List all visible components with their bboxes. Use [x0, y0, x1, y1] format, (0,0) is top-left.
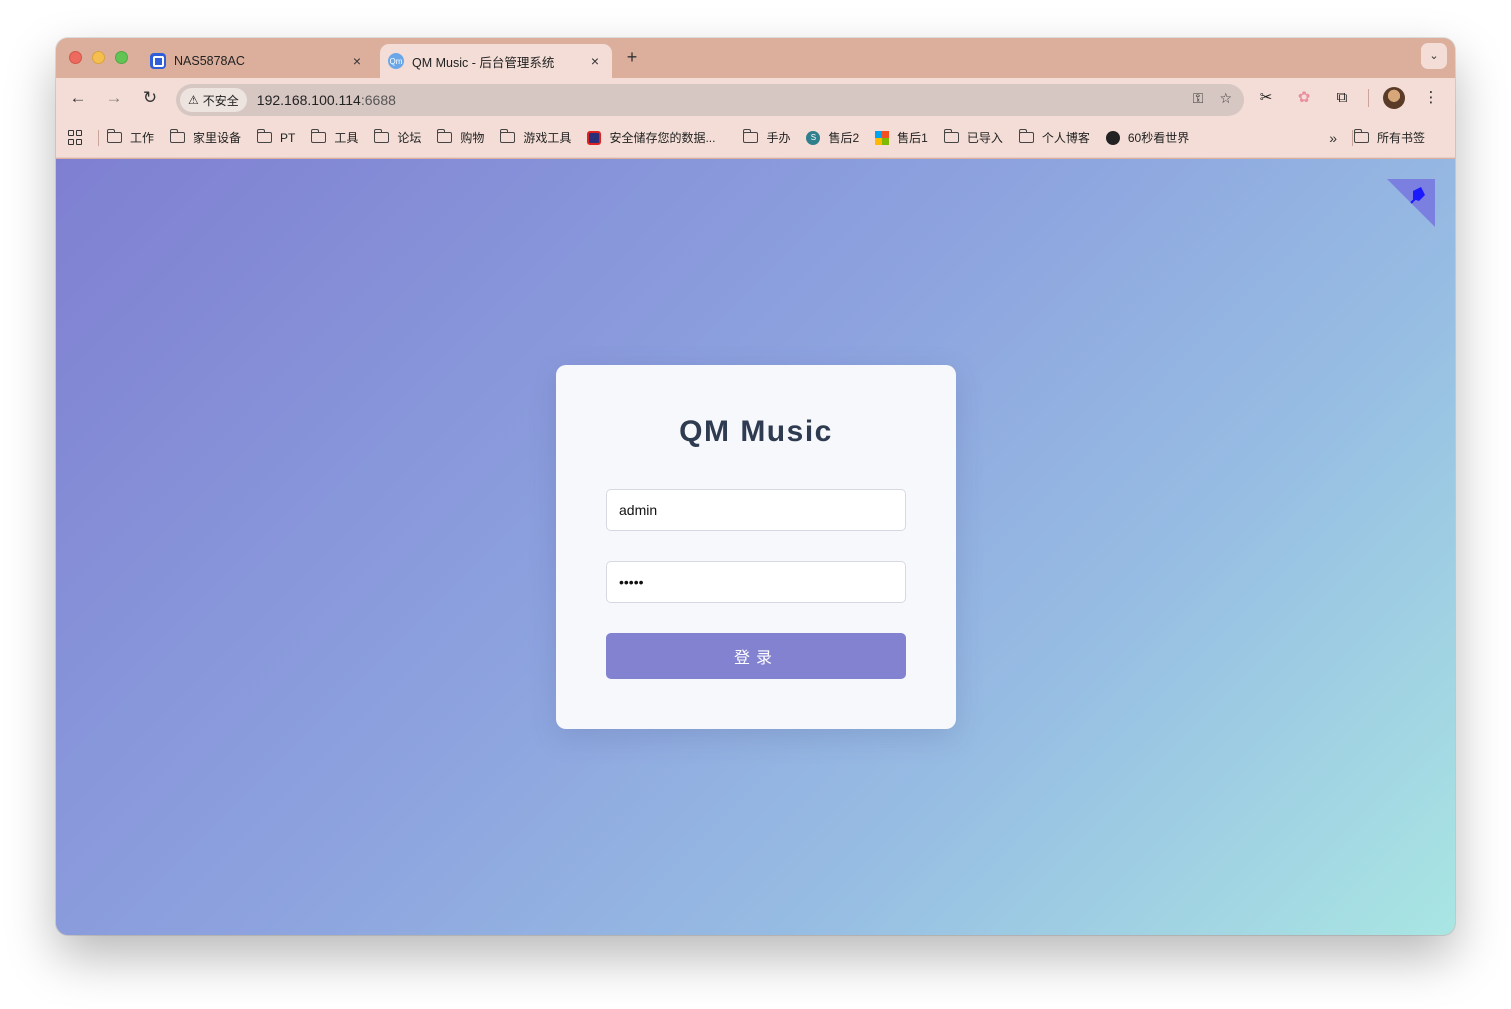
bookmark-label: 工具 [334, 131, 359, 145]
toolbar-divider [1368, 89, 1369, 107]
tab-strip: NAS5878AC × Qm QM Music - 后台管理系统 × + ⌄ [56, 38, 1455, 78]
bookmark-label: 已导入 [966, 131, 1003, 145]
tab-close-icon[interactable]: × [348, 53, 366, 69]
security-label: 不安全 [202, 93, 239, 108]
security-indicator[interactable]: ⚠ 不安全 [180, 88, 247, 112]
site-favicon-icon [1105, 130, 1120, 145]
bookmark-link[interactable]: 60秒看世界 [1105, 129, 1190, 146]
browser-toolbar: ← → ↻ ⚠ 不安全 192.168.100.114:6688 ⚿ ☆ ✂ ✿… [56, 78, 1455, 118]
kebab-menu-icon[interactable]: ⋮ [1419, 86, 1443, 110]
puzzle-extensions-icon[interactable]: ⧉ [1330, 86, 1354, 110]
login-title: QM Music [679, 415, 833, 448]
bookmark-label: 个人博客 [1041, 131, 1090, 145]
login-page: QM Music 登录 [56, 159, 1455, 935]
tab-nas[interactable]: NAS5878AC × [142, 44, 374, 78]
warning-icon: ⚠ [188, 93, 199, 107]
folder-icon [311, 129, 327, 143]
tab-close-icon[interactable]: × [586, 53, 604, 69]
bookmark-link[interactable]: S 售后2 [806, 129, 859, 146]
back-arrow-icon[interactable]: ← [68, 88, 88, 108]
bookmark-label: 售后2 [828, 131, 860, 145]
folder-icon [374, 129, 390, 143]
nas-favicon-icon [150, 53, 166, 69]
new-tab-button[interactable]: + [622, 47, 642, 67]
sharepoint-favicon-icon: S [806, 130, 821, 145]
microsoft-favicon-icon [875, 130, 890, 145]
tab-title: QM Music - 后台管理系统 [412, 55, 555, 70]
url-text[interactable]: 192.168.100.114:6688 [257, 92, 396, 108]
scissors-extension-icon[interactable]: ✂ [1254, 86, 1278, 110]
bookmark-label: 所有书签 [1376, 131, 1425, 145]
bookmark-label: 售后1 [897, 131, 928, 145]
bookmarks-divider [98, 129, 99, 146]
corner-badge-icon[interactable] [1387, 179, 1435, 227]
bookmark-label: PT [280, 130, 296, 145]
bookmark-label: 购物 [460, 131, 485, 145]
bookmark-star-icon[interactable]: ☆ [1219, 90, 1232, 107]
bookmark-label: 手办 [766, 131, 791, 145]
bookmark-label: 60秒看世界 [1127, 131, 1190, 145]
bookmark-label: 游戏工具 [523, 131, 572, 145]
more-bookmarks-chevron-icon[interactable]: » [1329, 130, 1337, 146]
bookmark-folder[interactable]: 购物 [437, 129, 484, 146]
folder-icon [500, 129, 516, 143]
folder-icon [743, 129, 759, 143]
tab-qm-music[interactable]: Qm QM Music - 后台管理系统 × [380, 44, 612, 78]
bookmark-link[interactable]: 售后1 [875, 129, 928, 146]
minimize-window-button[interactable] [92, 51, 105, 64]
bookmark-label: 家里设备 [193, 131, 242, 145]
folder-icon [1353, 129, 1369, 143]
url-host: 192.168.100.114 [256, 92, 361, 108]
bookmark-link[interactable]: 安全储存您的数据... [587, 129, 715, 146]
folder-icon [107, 129, 122, 143]
bookmark-folder[interactable]: 工作 [107, 129, 154, 146]
login-button[interactable]: 登录 [606, 633, 906, 679]
folder-icon [943, 129, 959, 143]
tab-title: NAS5878AC [174, 54, 245, 68]
bookmarks-divider [1352, 129, 1353, 146]
bookmark-folder[interactable]: 游戏工具 [500, 129, 571, 146]
bookmark-label: 论坛 [397, 131, 422, 145]
qm-favicon-icon: Qm [388, 53, 404, 69]
address-bar[interactable]: ⚠ 不安全 192.168.100.114:6688 ⚿ ☆ [176, 84, 1244, 116]
folder-icon [257, 129, 273, 143]
bookmark-folder[interactable]: PT [257, 129, 296, 145]
folder-icon [437, 129, 453, 143]
apps-grid-icon[interactable] [68, 129, 84, 146]
url-port: :6688 [360, 92, 396, 108]
bookmark-folder[interactable]: 手办 [743, 129, 790, 146]
bookmark-folder[interactable]: 家里设备 [170, 129, 241, 146]
site-favicon-icon [587, 130, 602, 145]
password-input[interactable] [606, 561, 906, 603]
reload-icon[interactable]: ↻ [140, 88, 160, 108]
close-window-button[interactable] [69, 51, 82, 64]
bookmark-folder[interactable]: 已导入 [943, 129, 1003, 146]
pig-extension-icon[interactable]: ✿ [1292, 86, 1316, 110]
browser-window: NAS5878AC × Qm QM Music - 后台管理系统 × + ⌄ ←… [56, 38, 1455, 935]
forward-arrow-icon[interactable]: → [104, 88, 124, 108]
login-card: QM Music 登录 [556, 365, 956, 729]
folder-icon [1018, 129, 1034, 143]
zoom-window-button[interactable] [115, 51, 128, 64]
bookmark-label: 工作 [130, 131, 155, 145]
bookmark-folder[interactable]: 论坛 [374, 129, 421, 146]
username-input[interactable] [606, 489, 906, 531]
bookmark-label: 安全储存您的数据... [609, 131, 716, 145]
bookmark-folder[interactable]: 个人博客 [1018, 129, 1090, 146]
all-bookmarks-folder[interactable]: 所有书签 [1353, 129, 1425, 146]
bookmarks-bar: 工作 家里设备 PT 工具 论坛 购物 游戏工具 安全储存您的数据... 手办 … [56, 118, 1455, 158]
tab-search-button[interactable]: ⌄ [1421, 43, 1447, 69]
folder-icon [170, 129, 186, 143]
bookmark-folder[interactable]: 工具 [311, 129, 358, 146]
key-icon[interactable]: ⚿ [1193, 90, 1204, 107]
profile-avatar[interactable] [1383, 87, 1405, 109]
